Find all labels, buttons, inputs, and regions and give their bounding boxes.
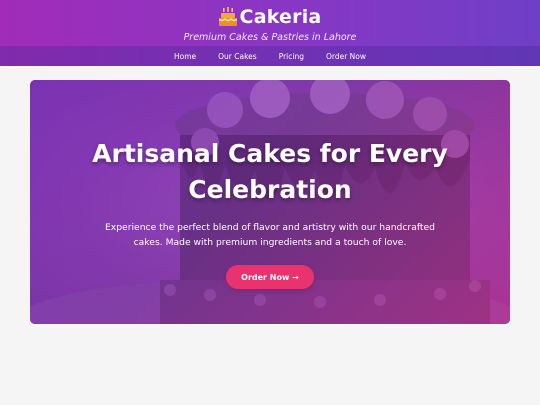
nav-order-now[interactable]: Order Now (315, 52, 377, 61)
site-header: Cakeria Premium Cakes & Pastries in Laho… (0, 0, 540, 66)
brand-name: Cakeria (239, 6, 322, 28)
nav-our-cakes[interactable]: Our Cakes (207, 52, 268, 61)
nav-home[interactable]: Home (163, 52, 207, 61)
main-nav: Home Our Cakes Pricing Order Now (0, 46, 540, 66)
brand[interactable]: Cakeria (0, 4, 540, 30)
birthday-cake-icon (218, 7, 237, 26)
hero-banner: Artisanal Cakes for Every Celebration Ex… (30, 80, 510, 324)
hero-title: Artisanal Cakes for Every Celebration (92, 139, 448, 204)
order-now-button[interactable]: Order Now → (226, 265, 314, 289)
hero-description: Experience the perfect blend of flavor a… (104, 222, 435, 248)
tagline: Premium Cakes & Pastries in Lahore (183, 32, 357, 43)
nav-pricing[interactable]: Pricing (268, 52, 315, 61)
